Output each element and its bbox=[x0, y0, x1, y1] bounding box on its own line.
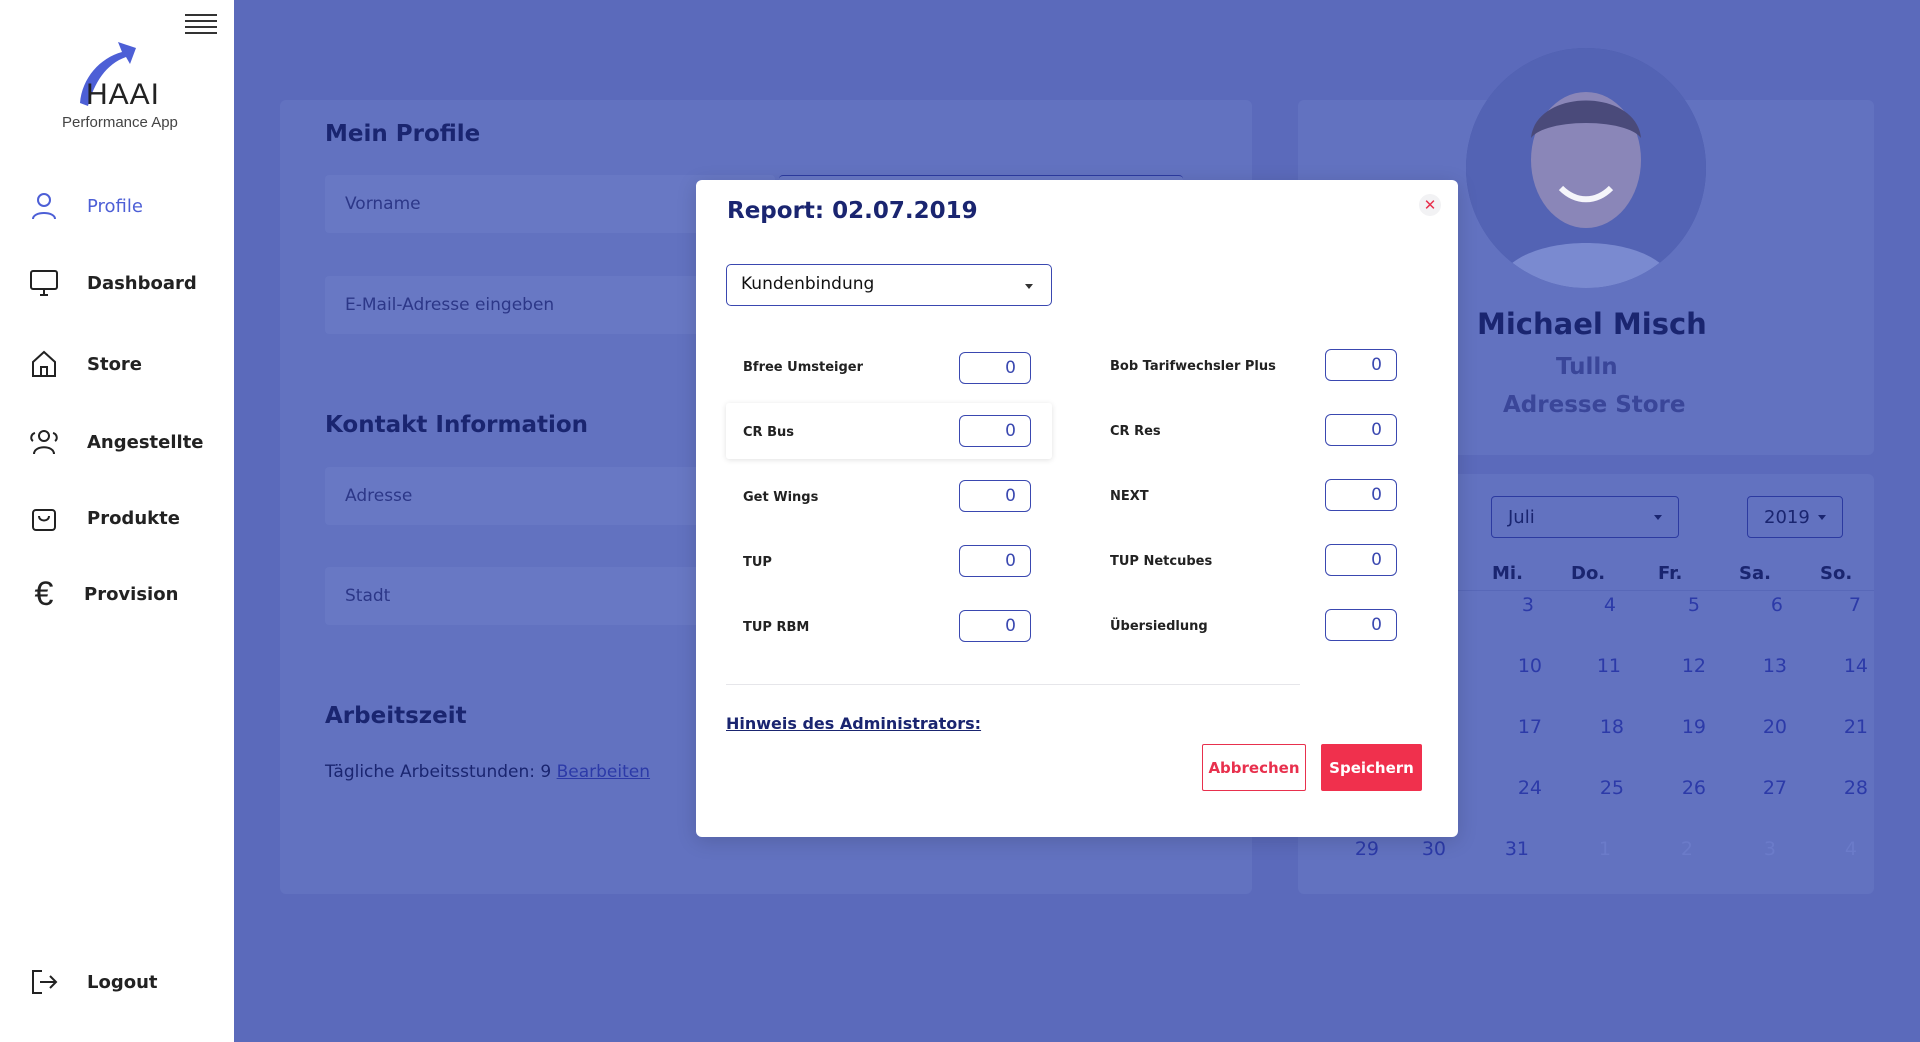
field-label: TUP Netcubes bbox=[1110, 554, 1213, 569]
shopping-bag-icon bbox=[28, 502, 60, 534]
field-label: TUP RBM bbox=[743, 620, 810, 635]
category-select-value: Kundenbindung bbox=[741, 274, 875, 294]
sidebar: HAAI Performance App Profile Dashboard S… bbox=[0, 0, 234, 1042]
calendar-day[interactable]: 4 bbox=[1576, 594, 1616, 616]
calendar-day[interactable]: 27 bbox=[1747, 777, 1787, 799]
admin-note-link[interactable]: Hinweis des Administrators: bbox=[726, 714, 981, 733]
field-input-tup-netcubes[interactable] bbox=[1325, 544, 1397, 576]
sidebar-item-provision[interactable]: € Provision bbox=[28, 574, 179, 614]
calendar-day[interactable]: 31 bbox=[1489, 838, 1529, 860]
weekday-label: Fr. bbox=[1658, 563, 1683, 584]
calendar-day[interactable]: 17 bbox=[1502, 716, 1542, 738]
arbeitszeit-title: Arbeitszeit bbox=[325, 703, 467, 729]
sidebar-item-produkte[interactable]: Produkte bbox=[28, 498, 180, 538]
calendar-day[interactable]: 19 bbox=[1666, 716, 1706, 738]
kontakt-title: Kontakt Information bbox=[325, 412, 589, 438]
euro-icon: € bbox=[34, 575, 54, 613]
modal-title: Report: 02.07.2019 bbox=[727, 198, 978, 224]
field-label: NEXT bbox=[1110, 489, 1149, 504]
weekday-label: Mi. bbox=[1492, 563, 1523, 584]
calendar-day[interactable]: 11 bbox=[1581, 655, 1621, 677]
cancel-button[interactable]: Abbrechen bbox=[1202, 744, 1306, 791]
logo-text: HAAI bbox=[86, 78, 161, 111]
sidebar-item-angestellte[interactable]: Angestellte bbox=[28, 422, 204, 462]
calendar-day[interactable]: 12 bbox=[1666, 655, 1706, 677]
calendar-day[interactable]: 7 bbox=[1821, 594, 1861, 616]
sidebar-item-label: Produkte bbox=[87, 507, 180, 529]
field-input-uebersiedlung[interactable] bbox=[1325, 609, 1397, 641]
field-label: Get Wings bbox=[743, 490, 819, 505]
calendar-day[interactable]: 3 bbox=[1494, 594, 1534, 616]
field-input-tup-rbm[interactable] bbox=[959, 610, 1031, 642]
calendar-day[interactable]: 26 bbox=[1666, 777, 1706, 799]
calendar-day-other-month: 3 bbox=[1763, 838, 1776, 860]
field-label: TUP bbox=[743, 555, 772, 570]
users-icon bbox=[28, 426, 60, 458]
calendar-day[interactable]: 21 bbox=[1828, 716, 1868, 738]
calendar-day[interactable]: 29 bbox=[1339, 838, 1379, 860]
calendar-month-select[interactable]: Juli bbox=[1491, 496, 1679, 538]
field-label: Bob Tarifwechsler Plus bbox=[1110, 359, 1276, 374]
calendar-day-other-month: 1 bbox=[1598, 838, 1611, 860]
field-input-bob-tarifwechsler-plus[interactable] bbox=[1325, 349, 1397, 381]
field-input-get-wings[interactable] bbox=[959, 480, 1031, 512]
sidebar-item-profile[interactable]: Profile bbox=[28, 186, 143, 226]
calendar-year-select[interactable]: 2019 bbox=[1747, 496, 1843, 538]
field-input-tup[interactable] bbox=[959, 545, 1031, 577]
field-label: CR Bus bbox=[743, 425, 794, 440]
edit-link[interactable]: Bearbeiten bbox=[557, 762, 650, 782]
field-input-next[interactable] bbox=[1325, 479, 1397, 511]
calendar-day[interactable]: 30 bbox=[1406, 838, 1446, 860]
calendar-day[interactable]: 5 bbox=[1660, 594, 1700, 616]
calendar-day[interactable]: 25 bbox=[1584, 777, 1624, 799]
logout-icon bbox=[28, 966, 60, 998]
sidebar-item-label: Store bbox=[87, 353, 143, 375]
field-label: Übersiedlung bbox=[1110, 619, 1208, 634]
field-label: CR Res bbox=[1110, 424, 1161, 439]
avatar bbox=[1466, 48, 1706, 288]
arbeitsstunden-text: Tägliche Arbeitsstunden: 9 Bearbeiten bbox=[325, 762, 651, 782]
calendar-day[interactable]: 20 bbox=[1747, 716, 1787, 738]
field-input-bfree-umsteiger[interactable] bbox=[959, 352, 1031, 384]
logout-button[interactable]: Logout bbox=[28, 962, 158, 1002]
calendar-day-other-month: 4 bbox=[1844, 838, 1857, 860]
monitor-icon bbox=[28, 267, 60, 299]
weekday-label: Sa. bbox=[1739, 563, 1771, 584]
calendar-day[interactable]: 24 bbox=[1502, 777, 1542, 799]
user-icon bbox=[28, 190, 60, 222]
modal-divider bbox=[726, 684, 1300, 685]
logo-subtitle: Performance App bbox=[62, 114, 178, 131]
calendar-day-other-month: 2 bbox=[1680, 838, 1693, 860]
weekday-label: So. bbox=[1820, 563, 1853, 584]
field-input-cr-bus[interactable] bbox=[959, 415, 1031, 447]
logout-label: Logout bbox=[87, 971, 158, 993]
calendar-day[interactable]: 10 bbox=[1502, 655, 1542, 677]
report-modal: Report: 02.07.2019 ✕ Kundenbindung Bfree… bbox=[696, 180, 1458, 837]
calendar-day[interactable]: 13 bbox=[1747, 655, 1787, 677]
profile-form-title: Mein Profile bbox=[325, 121, 481, 147]
field-label: Bfree Umsteiger bbox=[743, 360, 863, 375]
profile-name: Michael Misch bbox=[1477, 307, 1707, 341]
calendar-day[interactable]: 18 bbox=[1584, 716, 1624, 738]
sidebar-item-store[interactable]: Store bbox=[28, 344, 142, 384]
save-button[interactable]: Speichern bbox=[1321, 744, 1422, 791]
category-select[interactable]: Kundenbindung bbox=[726, 264, 1052, 306]
chevron-down-icon bbox=[1025, 284, 1033, 289]
close-icon[interactable]: ✕ bbox=[1419, 194, 1441, 216]
weekday-label: Do. bbox=[1571, 563, 1606, 584]
sidebar-item-dashboard[interactable]: Dashboard bbox=[28, 263, 197, 303]
sidebar-item-label: Provision bbox=[84, 583, 179, 605]
profile-store: Adresse Store bbox=[1503, 392, 1686, 418]
home-icon bbox=[28, 348, 60, 380]
profile-city: Tulln bbox=[1556, 354, 1618, 380]
sidebar-item-label: Profile bbox=[87, 195, 143, 217]
sidebar-item-label: Angestellte bbox=[87, 431, 204, 453]
sidebar-item-label: Dashboard bbox=[87, 272, 197, 294]
calendar-day[interactable]: 6 bbox=[1743, 594, 1783, 616]
calendar-day[interactable]: 28 bbox=[1828, 777, 1868, 799]
field-input-cr-res[interactable] bbox=[1325, 414, 1397, 446]
calendar-day[interactable]: 14 bbox=[1828, 655, 1868, 677]
